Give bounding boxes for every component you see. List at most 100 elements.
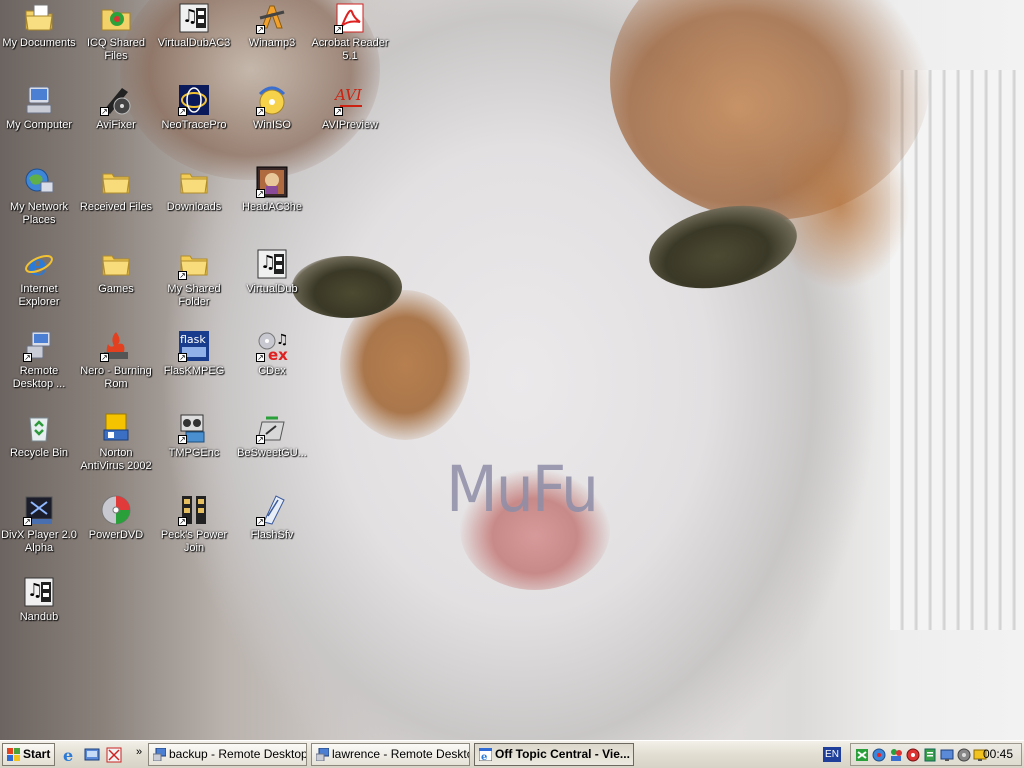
desktop-icon-virtualdubac3[interactable]: ♫ VirtualDubAC3 bbox=[155, 2, 233, 50]
desktop-icon-besweetgui[interactable]: BeSweetGU... bbox=[233, 412, 311, 460]
shortcut-arrow-icon bbox=[256, 107, 265, 116]
desktop-icon-my-shared-folder[interactable]: My Shared Folder bbox=[155, 248, 233, 309]
shortcut-arrow-icon bbox=[23, 517, 32, 526]
svg-text:e: e bbox=[481, 752, 487, 761]
taskbar-button-backup-remote-desktop[interactable]: backup - Remote Desktop bbox=[148, 743, 307, 766]
desktop-icon-winamp3[interactable]: Winamp3 bbox=[233, 2, 311, 50]
desktop-icon-internet-explorer[interactable]: e Internet Explorer bbox=[0, 248, 78, 309]
desktop-icon-my-computer[interactable]: My Computer bbox=[0, 84, 78, 132]
shortcut-arrow-icon bbox=[256, 353, 265, 362]
desktop-icon-my-documents[interactable]: My Documents bbox=[0, 2, 78, 50]
shortcut-arrow-icon bbox=[100, 107, 109, 116]
wallpaper-radiator bbox=[890, 70, 1024, 630]
shortcut-arrow-icon bbox=[178, 107, 187, 116]
svg-text:e: e bbox=[63, 747, 73, 763]
browser-window-icon: e bbox=[479, 748, 492, 761]
taskbar-button-off-topic-central[interactable]: e Off Topic Central - Vie... bbox=[474, 743, 634, 766]
shortcut-arrow-icon bbox=[100, 353, 109, 362]
virtualdub-icon: ♫ bbox=[256, 248, 288, 280]
avifixer-icon bbox=[100, 84, 132, 116]
folder-icon bbox=[178, 248, 210, 280]
shortcut-arrow-icon bbox=[256, 435, 265, 444]
svg-text:♫: ♫ bbox=[182, 6, 198, 27]
desktop-icon-received-files[interactable]: Received Files bbox=[77, 166, 155, 214]
taskbar-button-lawrence-remote-desktop[interactable]: lawrence - Remote Desktop bbox=[311, 743, 470, 766]
desktop-icon-icq-shared-files[interactable]: ICQ Shared Files bbox=[77, 2, 155, 63]
system-tray: 00:45 bbox=[850, 743, 1022, 766]
my-documents-icon bbox=[23, 2, 55, 34]
shortcut-arrow-icon bbox=[178, 353, 187, 362]
desktop-icon-winiso[interactable]: WinISO bbox=[233, 84, 311, 132]
desktop-icon-headac3he[interactable]: HeadAC3he bbox=[233, 166, 311, 214]
desktop-icon-acrobat-reader[interactable]: Acrobat Reader 5.1 bbox=[311, 2, 389, 63]
network-places-icon bbox=[23, 166, 55, 198]
shortcut-arrow-icon bbox=[256, 189, 265, 198]
start-button[interactable]: Start bbox=[2, 743, 55, 766]
winiso-icon bbox=[256, 84, 288, 116]
besweet-icon bbox=[256, 412, 288, 444]
desktop-icon-divx-player[interactable]: DivX Player 2.0 Alpha bbox=[0, 494, 78, 555]
my-computer-icon bbox=[23, 84, 55, 116]
desktop-icon-flashsfv[interactable]: FlashSfv bbox=[233, 494, 311, 542]
tray-app-icon[interactable] bbox=[906, 748, 920, 762]
tray-globe-icon[interactable] bbox=[872, 748, 886, 762]
remote-desktop-icon bbox=[153, 748, 166, 761]
tray-volume-icon[interactable] bbox=[957, 748, 971, 762]
desktop-icon-avipreview[interactable]: AVI AVIPreview bbox=[311, 84, 389, 132]
folder-icon bbox=[178, 166, 210, 198]
svg-text:♫: ♫ bbox=[260, 252, 276, 273]
quick-launch-ie-icon[interactable]: e bbox=[62, 747, 78, 763]
shortcut-arrow-icon bbox=[334, 107, 343, 116]
desktop-icon-remote-desktop[interactable]: Remote Desktop ... bbox=[0, 330, 78, 391]
taskbar: Start e » backup - Remote Desktop lawren… bbox=[0, 740, 1024, 768]
norton-antivirus-icon bbox=[100, 412, 132, 444]
language-indicator[interactable]: EN bbox=[823, 747, 841, 762]
folder-icon bbox=[100, 166, 132, 198]
remote-desktop-icon bbox=[23, 330, 55, 362]
avipreview-icon: AVI bbox=[333, 84, 366, 116]
icq-shared-files-icon bbox=[100, 2, 132, 34]
flashsfv-icon bbox=[256, 494, 288, 526]
windows-flag-icon bbox=[7, 748, 20, 761]
acrobat-reader-icon bbox=[334, 2, 366, 34]
desktop-icon-norton-antivirus[interactable]: Norton AntiVirus 2002 bbox=[77, 412, 155, 473]
tray-document-icon[interactable] bbox=[923, 748, 937, 762]
tmpgenc-icon bbox=[178, 412, 210, 444]
divx-player-icon bbox=[23, 494, 55, 526]
desktop-icon-flaskmpeg[interactable]: flask FlasKMPEG bbox=[155, 330, 233, 378]
shortcut-arrow-icon bbox=[23, 353, 32, 362]
tray-messenger-icon[interactable] bbox=[889, 748, 903, 762]
taskbar-clock[interactable]: 00:45 bbox=[983, 747, 1013, 761]
shortcut-arrow-icon bbox=[178, 271, 187, 280]
desktop-icon-games[interactable]: Games bbox=[77, 248, 155, 296]
desktop-icon-avifixer[interactable]: AviFixer bbox=[77, 84, 155, 132]
svg-text:ex: ex bbox=[268, 346, 288, 362]
cdex-icon: ex ♫ bbox=[256, 330, 289, 364]
nandub-icon: ♫ bbox=[23, 576, 55, 608]
shortcut-arrow-icon bbox=[256, 25, 265, 34]
desktop-icon-cdex[interactable]: ex♫ CDex bbox=[233, 330, 311, 378]
quick-launch-show-desktop-icon[interactable] bbox=[84, 747, 100, 763]
desktop-icon-my-network-places[interactable]: My Network Places bbox=[0, 166, 78, 227]
desktop-icon-pecks-power-join[interactable]: Peck's Power Join bbox=[155, 494, 233, 555]
headac3he-icon bbox=[256, 166, 288, 198]
desktop-icon-downloads[interactable]: Downloads bbox=[155, 166, 233, 214]
virtualdubac3-icon: ♫ bbox=[178, 2, 210, 34]
tray-display-icon[interactable] bbox=[940, 748, 954, 762]
desktop-icon-virtualdub[interactable]: ♫ VirtualDub bbox=[233, 248, 311, 296]
flaskmpeg-icon: flask bbox=[178, 330, 210, 362]
winamp3-icon bbox=[256, 2, 288, 34]
svg-text:♫: ♫ bbox=[27, 580, 43, 601]
desktop-icon-nero[interactable]: Nero - Burning Rom bbox=[77, 330, 155, 391]
desktop-icon-neotracepro[interactable]: NeoTracePro bbox=[155, 84, 233, 132]
quick-launch-app-icon[interactable] bbox=[106, 747, 122, 763]
desktop-icon-nandub[interactable]: ♫ Nandub bbox=[0, 576, 78, 624]
pecks-power-join-icon bbox=[178, 494, 210, 526]
start-label: Start bbox=[23, 747, 51, 761]
quick-launch-overflow-chevron-icon[interactable]: » bbox=[136, 746, 142, 758]
desktop-icon-recycle-bin[interactable]: Recycle Bin bbox=[0, 412, 78, 460]
recycle-bin-icon bbox=[23, 412, 55, 444]
desktop-icon-powerdvd[interactable]: PowerDVD bbox=[77, 494, 155, 542]
desktop-icon-tmpgenc[interactable]: TMPGEnc bbox=[155, 412, 233, 460]
tray-network-icon[interactable] bbox=[855, 748, 869, 762]
